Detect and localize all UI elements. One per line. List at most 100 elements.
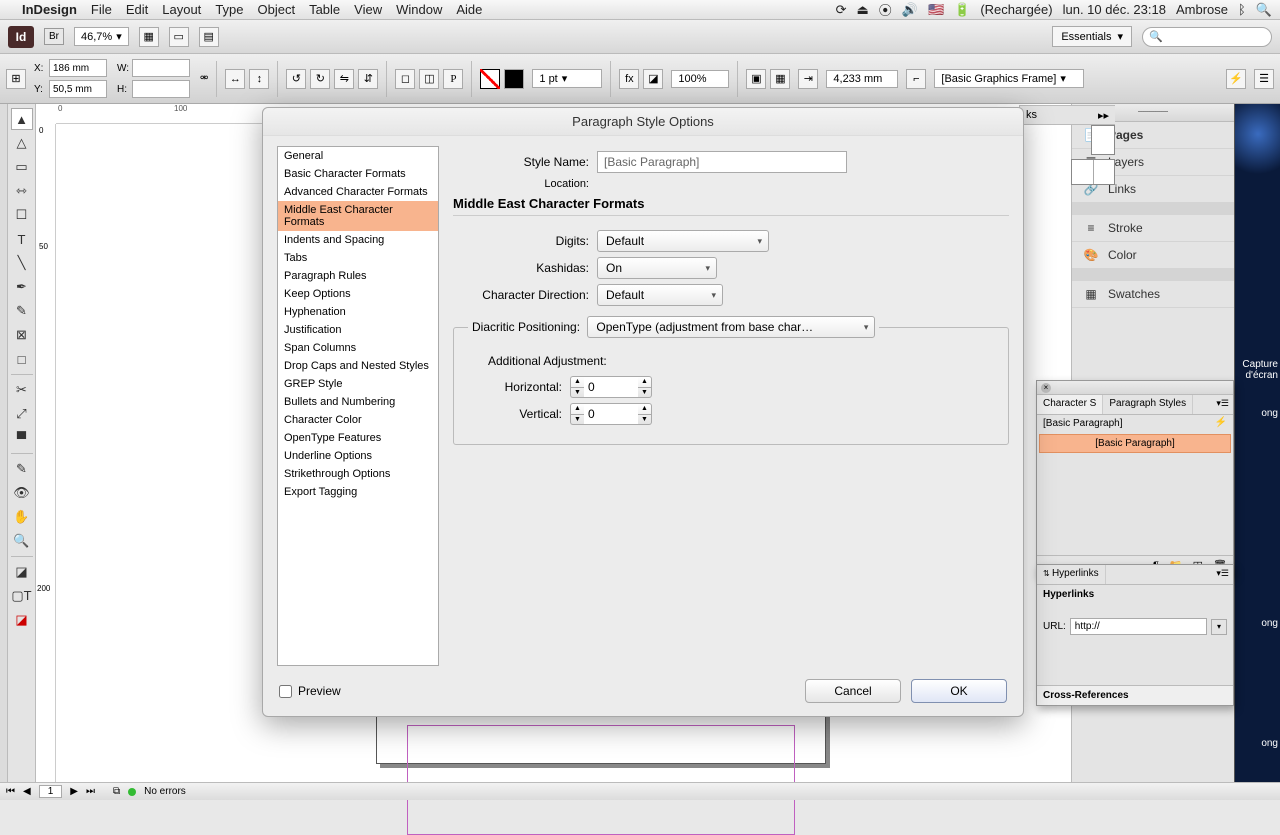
clock[interactable]: lun. 10 déc. 23:18 (1063, 2, 1166, 17)
preflight-status-icon[interactable] (128, 788, 136, 796)
fill-stroke-toggle[interactable]: ◪ (11, 561, 33, 583)
open-dropdown-icon[interactable]: ⧉ (113, 786, 120, 797)
volume-icon[interactable]: 🔊 (902, 2, 918, 18)
app-search[interactable]: 🔍 (1142, 27, 1272, 47)
flip-h-icon[interactable]: ⇋ (334, 69, 354, 89)
cancel-button[interactable]: Cancel (805, 679, 901, 703)
cat-underline[interactable]: Underline Options (278, 447, 438, 465)
cat-grep[interactable]: GREP Style (278, 375, 438, 393)
last-page-icon[interactable]: ⏭ (86, 786, 95, 797)
dialog-category-list[interactable]: General Basic Character Formats Advanced… (277, 146, 439, 666)
collapse-icon[interactable]: ▸▸ (1098, 109, 1109, 122)
page-thumb-spread[interactable] (1071, 159, 1115, 185)
menu-type[interactable]: Type (215, 2, 243, 17)
zoom-tool[interactable]: 🔍 (11, 530, 33, 552)
v-step-down-icon[interactable]: ▼ (571, 415, 584, 425)
ok-button[interactable]: OK (911, 679, 1007, 703)
bridge-button[interactable]: Br (44, 28, 64, 45)
first-page-icon[interactable]: ⏮ (6, 786, 15, 797)
horizontal-stepper[interactable]: ▲▼ ▲▼ (570, 376, 652, 398)
fill-swatch[interactable] (480, 69, 500, 89)
eyedropper-tool[interactable]: 👁 (11, 482, 33, 504)
menu-file[interactable]: File (91, 2, 112, 17)
cat-justification[interactable]: Justification (278, 321, 438, 339)
desktop-file-1[interactable]: Capture d'écran (1235, 359, 1278, 381)
corner-options-icon[interactable]: ⌐ (906, 69, 926, 89)
apply-color-icon[interactable]: ▢T (11, 585, 33, 607)
quick-apply-icon[interactable]: ⚡ (1226, 69, 1246, 89)
next-page-icon[interactable]: ▶ (70, 786, 78, 797)
tab-hyperlinks[interactable]: ⇅ Hyperlinks (1037, 565, 1106, 584)
menu-layout[interactable]: Layout (162, 2, 201, 17)
page-thumb-master[interactable] (1091, 125, 1115, 155)
tab-paragraph-styles[interactable]: Paragraph Styles (1103, 395, 1193, 414)
preview-checkbox-input[interactable] (279, 685, 292, 698)
panel-titlebar[interactable]: × (1037, 381, 1233, 395)
arrange-docs-icon[interactable]: ▤ (199, 27, 219, 47)
menu-view[interactable]: View (354, 2, 382, 17)
hand-tool[interactable]: ✋ (11, 506, 33, 528)
line-tool[interactable]: ╲ (11, 252, 33, 274)
h-step-up2-icon[interactable]: ▲ (638, 377, 651, 388)
stroke-weight-input[interactable]: 1 pt▾ (532, 69, 602, 88)
gap-tool[interactable]: ⇿ (11, 180, 33, 202)
preview-checkbox[interactable]: Preview (279, 684, 341, 698)
battery-icon[interactable]: 🔋 (954, 2, 970, 18)
cross-references-section[interactable]: Cross-References (1037, 685, 1233, 705)
constrain-icon[interactable]: ⚮ (200, 73, 208, 84)
tab-character-styles[interactable]: Character S (1037, 395, 1103, 414)
panel-color[interactable]: 🎨Color (1072, 242, 1234, 269)
stroke-swatch[interactable] (504, 69, 524, 89)
reference-point-icon[interactable]: ⊞ (6, 69, 26, 89)
select-container-icon[interactable]: ◻ (395, 69, 415, 89)
rotate-cw-icon[interactable]: ↻ (310, 69, 330, 89)
scale-y-icon[interactable]: ↕ (249, 69, 269, 89)
menu-edit[interactable]: Edit (126, 2, 148, 17)
drop-shadow-icon[interactable]: ◪ (643, 69, 663, 89)
h-step-up-icon[interactable]: ▲ (571, 377, 584, 388)
screen-mode-icon[interactable]: ▭ (169, 27, 189, 47)
cat-span[interactable]: Span Columns (278, 339, 438, 357)
cat-opentype[interactable]: OpenType Features (278, 429, 438, 447)
scale-percent[interactable]: 100% (671, 70, 729, 88)
h-input[interactable] (132, 80, 190, 98)
cat-me-char[interactable]: Middle East Character Formats (278, 201, 438, 231)
view-options-icon[interactable]: ▦ (139, 27, 159, 47)
cat-charcolor[interactable]: Character Color (278, 411, 438, 429)
chardir-dropdown[interactable]: Default (597, 284, 723, 306)
panel-menu-icon[interactable]: ☰ (1254, 69, 1274, 89)
quick-apply-thunder-icon[interactable]: ⚡ (1215, 417, 1227, 428)
text-wrap-bbox-icon[interactable]: ▦ (770, 69, 790, 89)
select-content-icon[interactable]: ◫ (419, 69, 439, 89)
cat-basic-char[interactable]: Basic Character Formats (278, 165, 438, 183)
text-wrap-none-icon[interactable]: ▣ (746, 69, 766, 89)
h-step-down2-icon[interactable]: ▼ (638, 388, 651, 398)
menu-app[interactable]: InDesign (22, 2, 77, 17)
workspace-switcher[interactable]: Essentials▾ (1052, 26, 1132, 47)
y-input[interactable] (49, 80, 107, 98)
cat-strike[interactable]: Strikethrough Options (278, 465, 438, 483)
panel-stroke[interactable]: ≡Stroke (1072, 215, 1234, 242)
x-input[interactable] (49, 59, 107, 77)
panel-swatches[interactable]: ▦Swatches (1072, 281, 1234, 308)
digits-dropdown[interactable]: Default (597, 230, 769, 252)
user-menu[interactable]: Ambrose (1176, 2, 1228, 17)
cat-indents[interactable]: Indents and Spacing (278, 231, 438, 249)
selection-tool[interactable]: ▲ (11, 108, 33, 130)
w-input[interactable] (132, 59, 190, 77)
flip-v-icon[interactable]: ⇵ (358, 69, 378, 89)
cat-keep[interactable]: Keep Options (278, 285, 438, 303)
flag-icon[interactable]: 🇺🇸 (928, 2, 944, 18)
wifi-icon[interactable]: ⦿ (879, 0, 892, 19)
kashidas-dropdown[interactable]: On (597, 257, 717, 279)
pencil-tool[interactable]: ✎ (11, 300, 33, 322)
menu-aide[interactable]: Aide (456, 2, 482, 17)
rectangle-tool[interactable]: □ (11, 348, 33, 370)
cat-dropcaps[interactable]: Drop Caps and Nested Styles (278, 357, 438, 375)
page-tool[interactable]: ▭ (11, 156, 33, 178)
bluetooth-icon[interactable]: ᛒ (1238, 2, 1246, 17)
v-step-up2-icon[interactable]: ▲ (638, 404, 651, 415)
vertical-input[interactable] (584, 403, 638, 425)
rotate-ccw-icon[interactable]: ↺ (286, 69, 306, 89)
scale-x-icon[interactable]: ↔ (225, 69, 245, 89)
